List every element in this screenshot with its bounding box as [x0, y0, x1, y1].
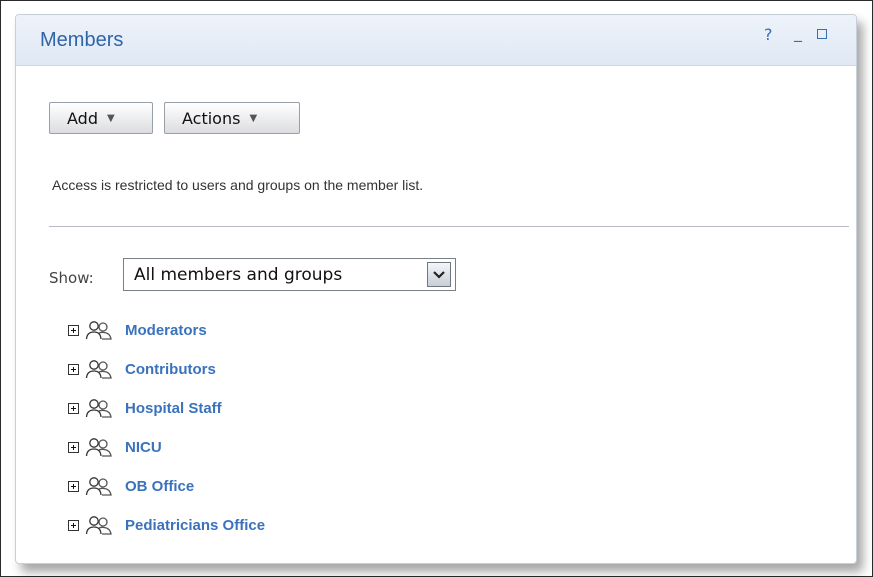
caret-down-icon: ▼ [249, 112, 258, 124]
tree-row: Contributors [68, 350, 265, 389]
group-link-moderators[interactable]: Moderators [125, 322, 207, 339]
plus-box-icon[interactable] [68, 481, 79, 492]
show-filter-value: All members and groups [134, 265, 343, 285]
group-link-contributors[interactable]: Contributors [125, 361, 216, 378]
people-group-icon [85, 437, 112, 457]
member-group-tree: Moderators Contributors Hospital Staff N… [68, 311, 265, 545]
panel-title: Members [40, 29, 124, 51]
group-link-nicu[interactable]: NICU [125, 439, 162, 456]
tree-row: NICU [68, 428, 265, 467]
add-button[interactable]: Add ▼ [49, 102, 153, 134]
help-button[interactable]: ? [764, 25, 773, 44]
maximize-button[interactable] [817, 29, 827, 39]
tree-row: OB Office [68, 467, 265, 506]
panel-header: Members ? _ [16, 15, 856, 66]
add-button-label: Add [67, 108, 98, 128]
actions-button-label: Actions [182, 108, 241, 128]
members-panel: Members ? _ Add ▼ Actions ▼ Access is re… [15, 14, 857, 564]
show-filter-label: Show: [49, 269, 94, 287]
actions-button[interactable]: Actions ▼ [164, 102, 300, 134]
plus-box-icon[interactable] [68, 520, 79, 531]
show-filter-select[interactable]: All members and groups [123, 258, 456, 291]
group-link-pediatricians-office[interactable]: Pediatricians Office [125, 517, 265, 534]
tree-row: Hospital Staff [68, 389, 265, 428]
tree-row: Pediatricians Office [68, 506, 265, 545]
section-divider [49, 226, 849, 227]
access-notice: Access is restricted to users and groups… [52, 177, 424, 193]
minimize-button[interactable]: _ [794, 23, 802, 42]
group-link-ob-office[interactable]: OB Office [125, 478, 194, 495]
plus-box-icon[interactable] [68, 442, 79, 453]
people-group-icon [85, 359, 112, 379]
group-link-hospital-staff[interactable]: Hospital Staff [125, 400, 222, 417]
plus-box-icon[interactable] [68, 403, 79, 414]
people-group-icon [85, 320, 112, 340]
people-group-icon [85, 398, 112, 418]
plus-box-icon[interactable] [68, 325, 79, 336]
plus-box-icon[interactable] [68, 364, 79, 375]
tree-row: Moderators [68, 311, 265, 350]
people-group-icon [85, 476, 112, 496]
chevron-down-icon[interactable] [427, 262, 451, 287]
screenshot-stage: Members ? _ Add ▼ Actions ▼ Access is re… [0, 0, 873, 577]
caret-down-icon: ▼ [106, 112, 115, 124]
people-group-icon [85, 515, 112, 535]
